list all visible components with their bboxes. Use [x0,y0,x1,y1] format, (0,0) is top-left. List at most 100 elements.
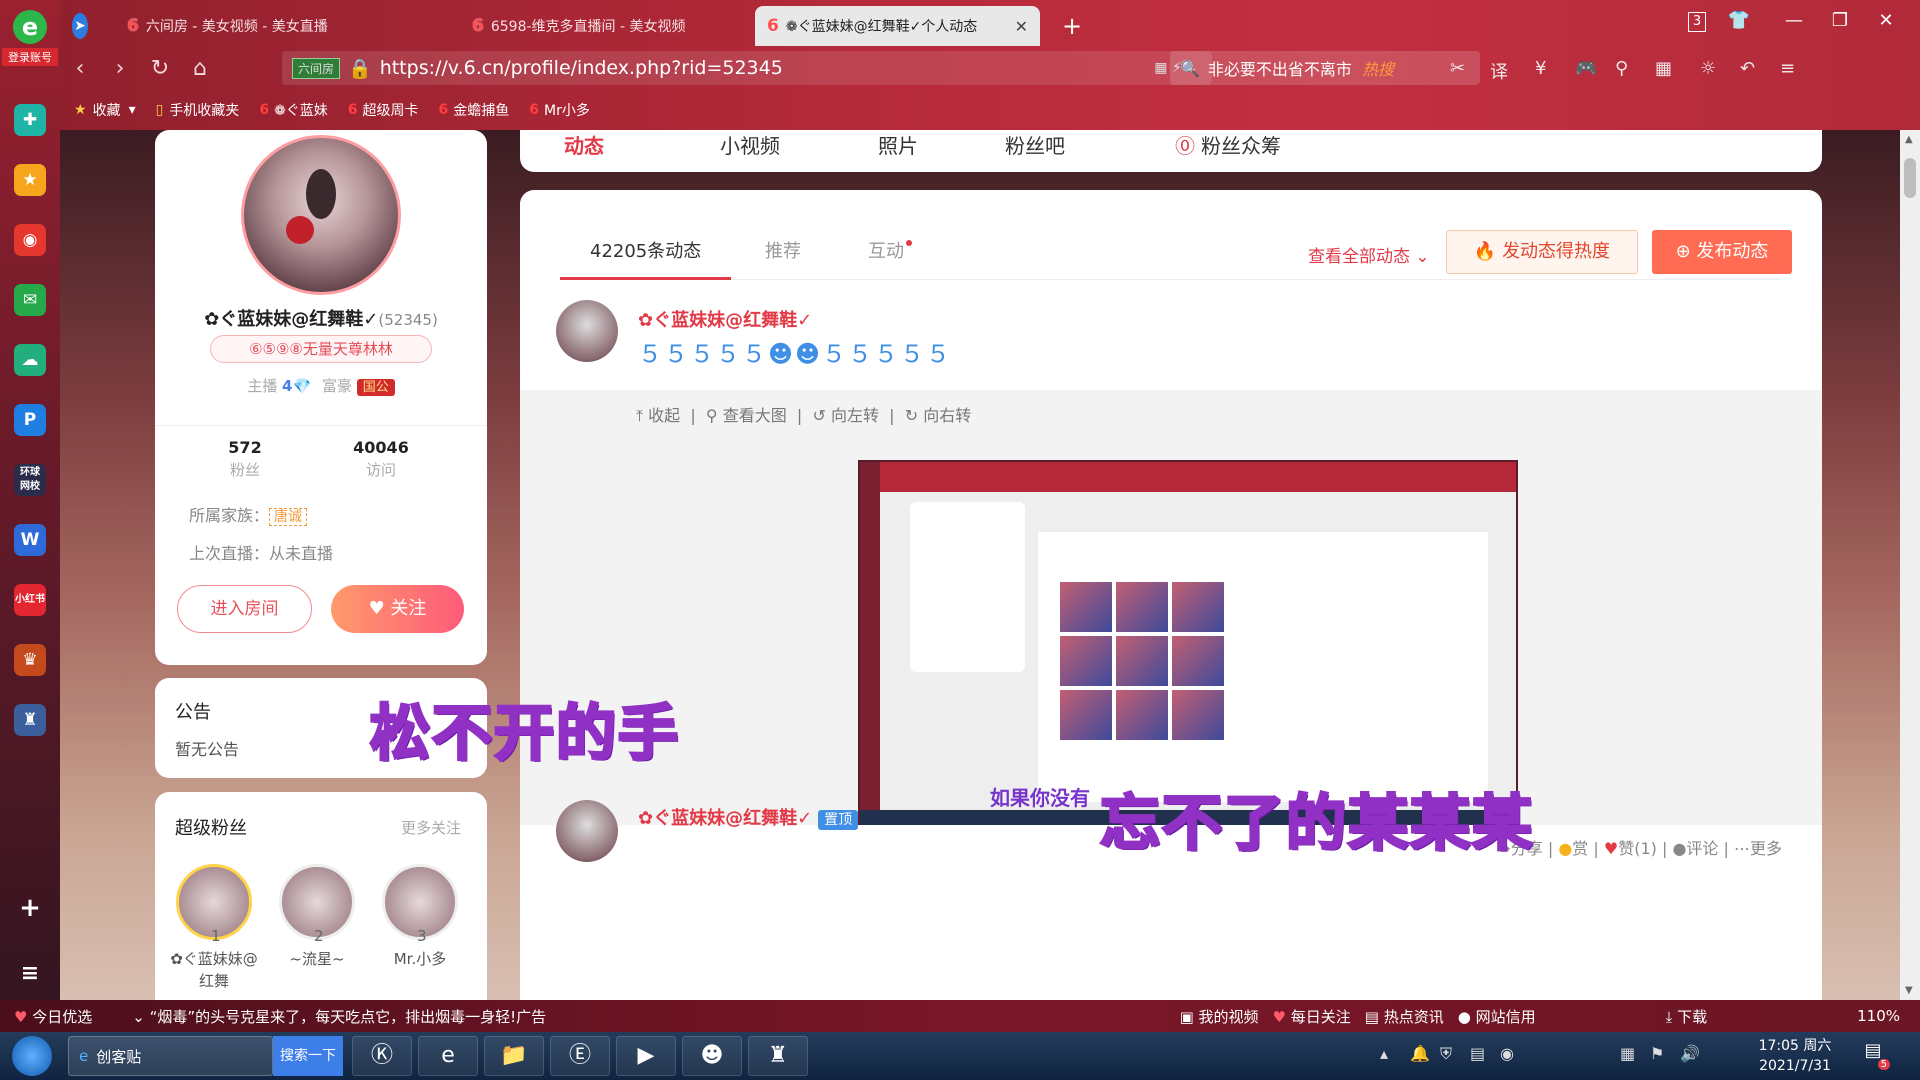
my-videos[interactable]: ▣ 我的视频 [1180,1006,1259,1027]
bookmark-mrxiaoduo[interactable]: 6 Mr小多 [529,100,590,120]
new-tab-button[interactable]: + [1050,6,1090,46]
nav-tab-fanbar[interactable]: 粉丝吧 [1005,130,1065,159]
news-headline[interactable]: ⌄ “烟毒”的头号克星来了，每天吃点它，排出烟毒一身轻!广告 [132,1006,546,1027]
notification-center[interactable]: ▤ 5 [1858,1040,1890,1070]
tray-doc-icon[interactable]: ▤ [1470,1044,1485,1063]
close-tab-icon[interactable]: ✕ [1015,17,1028,36]
family-tag[interactable]: 唐诚 [269,508,308,526]
restore-icon[interactable]: ❐ [1826,10,1854,31]
p-app-icon[interactable]: P [14,404,46,436]
tab-recommend[interactable]: 推荐 [735,224,831,280]
superfan-item[interactable]: 3 Mr.小多 [375,864,465,970]
site-credit[interactable]: ● 网站信用 [1458,1006,1536,1027]
rotate-right-action[interactable]: ↻ 向右转 [905,406,972,425]
tray-volume-icon[interactable]: 🔊 [1680,1044,1700,1063]
magnifier-icon[interactable]: ⚲ [1615,58,1628,79]
more-follow-link[interactable]: 更多关注 [401,817,461,838]
tab-count-badge[interactable]: 3 [1688,12,1706,32]
post-hot-button[interactable]: 🔥 发动态得热度 [1446,230,1638,274]
bookmark-favorites[interactable]: ★ 收藏 ▾ [74,100,136,120]
word-app-icon[interactable]: W [14,524,46,556]
tray-shield-icon[interactable]: ⛨ [1440,1044,1452,1064]
pinned-tab[interactable]: ➤ [60,6,100,46]
forward-icon[interactable]: › [100,56,140,81]
media-player-icon[interactable]: ▶ [616,1036,676,1076]
rotate-left-action[interactable]: ↺ 向左转 [812,406,879,425]
home-icon[interactable]: ⌂ [180,56,220,81]
post-avatar[interactable] [556,800,618,862]
nav-tab-dynamics[interactable]: 动态 [564,130,604,159]
close-window-icon[interactable]: ✕ [1872,10,1900,31]
scissors-icon[interactable]: ✂ [1450,58,1465,79]
menu-icon[interactable]: ≡ [1780,58,1795,79]
brightness-icon[interactable]: ☼ [1700,58,1716,79]
game2-app-icon[interactable]: ♜ [14,704,46,736]
profile-avatar[interactable] [241,135,401,295]
browser-e-icon[interactable]: Ⓔ [550,1036,610,1076]
undo-icon[interactable]: ↶ [1740,58,1755,79]
superfan-item[interactable]: 1 ✿ぐ蓝妹妹@红舞 [169,864,259,992]
tray-up-icon[interactable]: ▴ [1380,1044,1388,1063]
tab-profile[interactable]: 6 ❁ぐ蓝妹妹@红舞鞋✓个人动态 ✕ [755,6,1040,46]
translate-icon[interactable]: 译 [1490,58,1508,84]
game-app-icon[interactable]: ♛ [14,644,46,676]
zoom-level[interactable]: 110% [1857,1007,1900,1025]
today-picks[interactable]: ♥ 今日优选 [14,1006,92,1027]
bookmark-mobile[interactable]: ▯ 手机收藏夹 [156,100,240,120]
reload-icon[interactable]: ↻ [140,56,180,81]
back-icon[interactable]: ‹ [60,56,100,81]
xiaohongshu-icon[interactable]: 小红书 [14,584,46,616]
tray-flag-icon[interactable]: ⚑ [1650,1044,1664,1063]
tab-liujianfang[interactable]: 6 六间房 - 美女视频 - 美女直播 [115,6,435,46]
scroll-up-icon[interactable]: ▲ [1905,134,1913,145]
news-app-icon[interactable]: 环球 网校 [14,464,46,496]
game-taskbar-icon[interactable]: ♜ [748,1036,808,1076]
nav-tab-videos[interactable]: 小视频 [720,130,780,159]
view-large-action[interactable]: ⚲ 查看大图 [706,406,787,425]
grid-icon[interactable]: ▦ [1655,58,1672,79]
tray-network-icon[interactable]: ▦ [1620,1044,1635,1063]
post-username[interactable]: ✿ぐ蓝妹妹@红舞鞋✓ [638,306,812,332]
folder-icon[interactable]: 📁 [484,1036,544,1076]
post-username[interactable]: ✿ぐ蓝妹妹@红舞鞋✓ 置顶 [638,804,859,830]
taskbar-search-button[interactable]: 搜索一下 [273,1036,343,1076]
tab-6598[interactable]: 6 6598-维克多直播间 - 美女视频 [460,6,750,46]
hot-news[interactable]: ▤ 热点资讯 [1365,1006,1444,1027]
fans-stat[interactable]: 572 粉丝 [175,438,315,480]
daily-follow[interactable]: ♥ 每日关注 [1273,1006,1351,1027]
collapse-action[interactable]: ⤒ 收起 [636,406,680,425]
skin-icon[interactable]: 👕 [1725,10,1753,31]
cloud-icon[interactable]: ☁ [14,344,46,376]
plus-app-icon[interactable]: ✚ [14,104,46,136]
scroll-down-icon[interactable]: ▼ [1905,985,1913,996]
character-app-icon[interactable]: ☻ [682,1036,742,1076]
k-app-icon[interactable]: Ⓚ [352,1036,412,1076]
page-scrollbar[interactable]: ▲ ▼ [1900,130,1920,1000]
follow-button[interactable]: ♥ 关注 [331,585,464,633]
download[interactable]: ⤓ 下载 [1666,1006,1707,1027]
bookmark-weekcard[interactable]: 6 超级周卡 [348,100,419,120]
nav-tab-photos[interactable]: 照片 [878,130,918,159]
tray-bell-icon[interactable]: 🔔 [1410,1044,1430,1063]
publish-button[interactable]: ⊕ 发布动态 [1652,230,1792,274]
coin-icon[interactable]: ¥ [1535,58,1546,79]
ie-browser-icon[interactable]: e [418,1036,478,1076]
post-avatar[interactable] [556,300,618,362]
minimize-icon[interactable]: — [1780,10,1808,31]
add-icon[interactable]: + [14,892,46,924]
view-all-dropdown[interactable]: 查看全部动态 ⌄ [1308,242,1430,267]
tab-all-dynamics[interactable]: 42205条动态 [560,224,732,280]
gamepad-icon[interactable]: 🎮 [1575,58,1597,79]
nav-tab-crowdfund[interactable]: ⓪ 粉丝众筹 [1175,130,1281,159]
bookmark-fishing[interactable]: 6 金蟾捕鱼 [439,100,510,120]
superfan-item[interactable]: 2 ~流星~ [272,864,362,970]
url-input[interactable]: 六间房 🔒 https://v.6.cn/profile/index.php?r… [282,51,1212,85]
taskbar-clock[interactable]: 17:05 周六 2021/7/31 [1755,1036,1835,1076]
tray-qq-icon[interactable]: ◉ [1500,1044,1514,1063]
enter-room-button[interactable]: 进入房间 [177,585,312,633]
scroll-thumb[interactable] [1904,158,1916,198]
bookmark-lanmei[interactable]: 6 ❁ぐ蓝妹 [259,100,327,120]
star-icon[interactable]: ★ [14,164,46,196]
list-icon[interactable]: ≡ [14,958,46,990]
browser-logo[interactable]: e 登录账号 [2,10,58,72]
